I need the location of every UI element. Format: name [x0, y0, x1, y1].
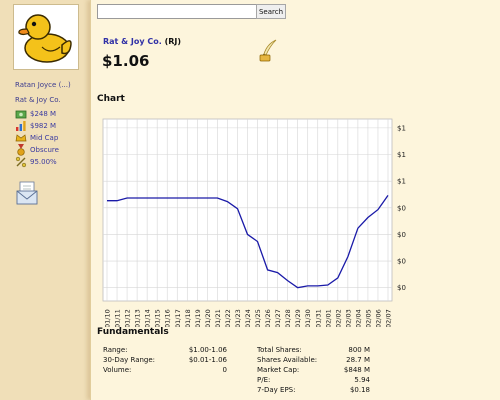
fund-market-cap-value: $848 M: [343, 366, 370, 374]
x-tick-label: 02/04: [354, 309, 362, 327]
x-tick-label: 01/22: [224, 309, 232, 327]
x-tick-label: 01/20: [204, 309, 212, 327]
mail-icon[interactable]: [15, 181, 39, 205]
x-tick-label: 01/19: [194, 309, 202, 327]
company-link[interactable]: Rat & Joy Co.: [15, 96, 61, 104]
percent-icon: [15, 156, 27, 168]
x-tick-label: 01/21: [214, 309, 222, 327]
x-tick-label: 01/18: [184, 309, 192, 327]
stat-cash: $248 M: [15, 108, 56, 120]
stat-rank-value: Obscure: [30, 146, 59, 154]
x-tick-label: 02/02: [334, 309, 342, 327]
x-tick-label: 01/15: [154, 309, 162, 327]
fund-total-shares-label: Total Shares:: [257, 346, 302, 354]
x-tick-label: 01/26: [264, 309, 272, 327]
x-tick-label: 01/17: [174, 309, 182, 327]
fund-pe-value: 5.94: [354, 376, 370, 384]
company-title: Rat & Joy Co. (RJ): [103, 37, 181, 46]
x-tick-label: 01/27: [274, 309, 282, 327]
company-ticker: (RJ): [164, 37, 182, 46]
stat-cash-value: $248 M: [30, 110, 57, 118]
fund-shares-available-label: Shares Available:: [257, 356, 318, 364]
x-tick-label: 01/10: [104, 309, 112, 327]
fund-30day-value: $0.01-1.06: [188, 356, 227, 364]
company-name[interactable]: Rat & Joy Co.: [103, 37, 162, 46]
x-tick-label: 01/16: [164, 309, 172, 327]
fund-range-label: Range:: [103, 346, 128, 354]
money-icon: [15, 110, 27, 119]
fund-eps-value: $0.18: [349, 386, 370, 394]
bar-chart-icon: [16, 121, 26, 131]
fund-market-cap-label: Market Cap:: [257, 366, 300, 374]
fund-volume-value: 0: [222, 366, 227, 374]
x-tick-label: 01/24: [244, 309, 252, 327]
x-tick-label: 01/14: [144, 309, 152, 327]
x-tick-label: 01/29: [294, 309, 302, 327]
user-name-link[interactable]: Ratan Joyce (...): [15, 81, 71, 89]
stat-net-worth-value: $982 M: [30, 122, 57, 130]
y-tick-label: $0.9: [397, 204, 406, 212]
y-tick-label: $1.5: [397, 151, 406, 159]
price-chart: $1.8$1.5$1.2$0.9$0.6$0.3$0 01/1001/1101/…: [102, 118, 406, 327]
fund-30day-label: 30-Day Range:: [103, 356, 156, 364]
x-tick-label: 01/28: [284, 309, 292, 327]
x-tick-label: 01/23: [234, 309, 242, 327]
fund-eps-label: 7-Day EPS:: [257, 386, 296, 394]
x-tick-label: 02/07: [385, 309, 393, 327]
avatar[interactable]: [13, 4, 79, 70]
stat-cap: Mid Cap: [15, 132, 58, 144]
stat-percent-value: 95.00%: [30, 158, 57, 166]
fund-range-value: $1.00-1.06: [188, 346, 227, 354]
quill-icon[interactable]: [258, 38, 280, 62]
stat-cap-value: Mid Cap: [30, 134, 59, 142]
y-tick-label: $0.6: [397, 231, 406, 239]
fund-pe-label: P/E:: [257, 376, 271, 384]
y-tick-label: $1.8: [397, 124, 406, 132]
x-tick-label: 01/13: [134, 309, 142, 327]
stock-price: $1.06: [102, 52, 150, 70]
x-tick-label: 01/25: [254, 309, 262, 327]
x-tick-label: 01/31: [314, 309, 322, 327]
x-tick-label: 01/11: [114, 309, 122, 327]
duck-icon: [18, 14, 72, 63]
x-tick-label: 02/06: [374, 309, 382, 327]
fund-total-shares-value: 800 M: [348, 346, 370, 354]
x-tick-label: 01/30: [304, 309, 312, 327]
y-tick-label: $1.2: [397, 178, 406, 186]
fund-volume-label: Volume:: [103, 366, 132, 374]
x-tick-label: 02/05: [364, 309, 372, 327]
search-input[interactable]: [97, 4, 257, 19]
medal-icon: [17, 144, 25, 156]
x-tick-label: 02/03: [344, 309, 352, 327]
search-button[interactable]: Search: [256, 4, 286, 19]
x-tick-label: 01/12: [124, 309, 132, 327]
stat-net-worth: $982 M: [15, 120, 56, 132]
fundamentals-heading: Fundamentals: [97, 327, 169, 337]
cap-icon: [15, 134, 27, 142]
chart-heading: Chart: [97, 94, 125, 104]
y-tick-label: $0.3: [397, 258, 406, 266]
y-tick-label: $0: [397, 284, 406, 292]
sidebar: Ratan Joyce (...) Rat & Joy Co. $248 M $…: [0, 0, 90, 400]
stat-rank: Obscure: [15, 144, 59, 156]
stat-percent: 95.00%: [15, 156, 57, 168]
x-tick-label: 02/01: [324, 309, 332, 327]
fund-shares-available-value: 28.7 M: [346, 356, 370, 364]
